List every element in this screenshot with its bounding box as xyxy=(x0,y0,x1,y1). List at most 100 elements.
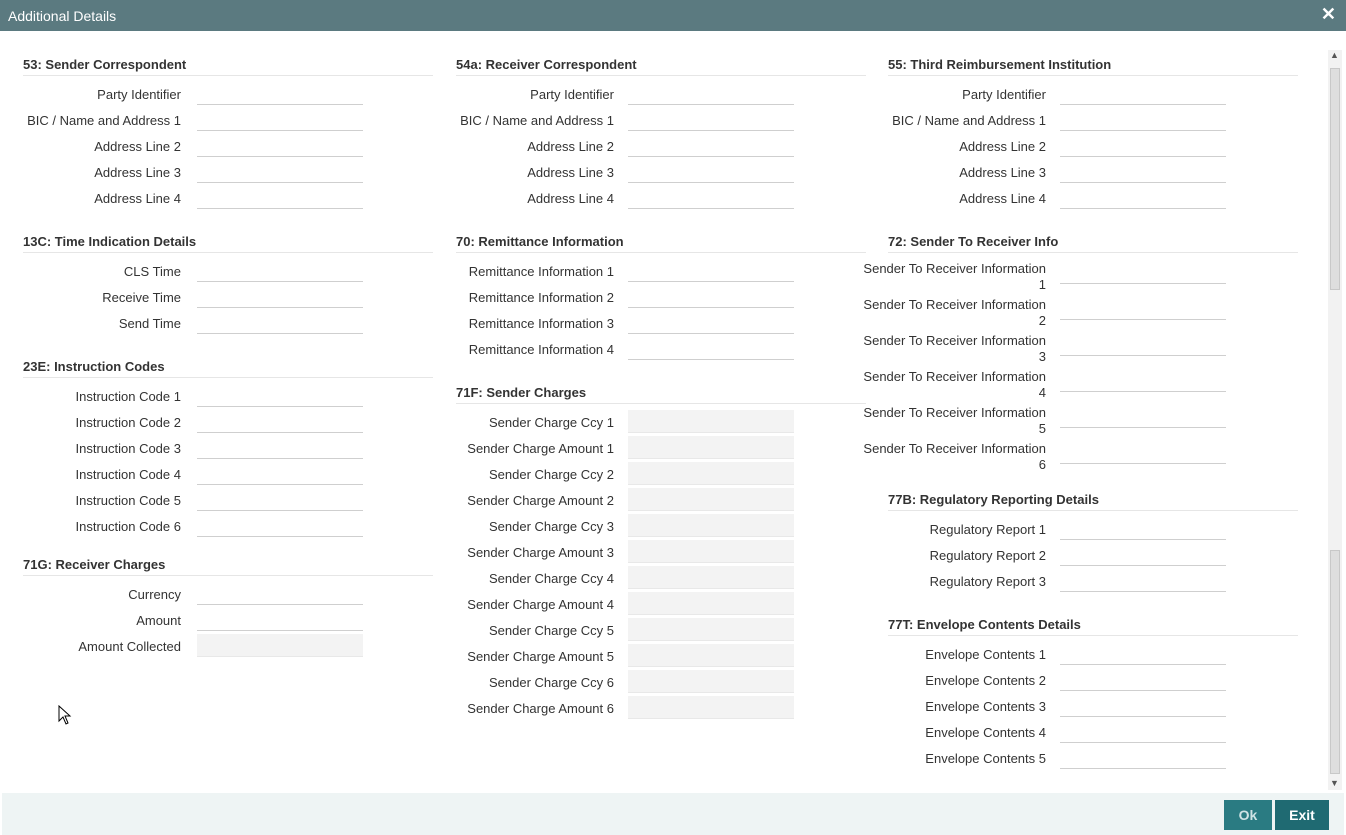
bic-name-and-address-1-input[interactable] xyxy=(1060,108,1226,131)
address-line-4-input[interactable] xyxy=(197,186,363,209)
bic-name-and-address-1-input[interactable] xyxy=(197,108,363,131)
cls-time-input[interactable] xyxy=(197,259,363,282)
field-row-envelope-contents-5: Envelope Contents 5 xyxy=(888,746,1298,772)
field-row-remittance-information-2: Remittance Information 2 xyxy=(456,285,866,311)
field-label: Sender To Receiver Information 2 xyxy=(863,297,1046,328)
field-label: Instruction Code 6 xyxy=(75,519,181,534)
remittance-information-3-input[interactable] xyxy=(628,311,794,334)
amount-collected-input xyxy=(197,634,363,657)
envelope-contents-3-input[interactable] xyxy=(1060,694,1226,717)
field-label: Sender To Receiver Information 5 xyxy=(863,405,1046,436)
address-line-3-input[interactable] xyxy=(1060,160,1226,183)
scroll-down-icon[interactable]: ▼ xyxy=(1330,778,1339,788)
party-identifier-input[interactable] xyxy=(197,82,363,105)
field-label: CLS Time xyxy=(123,264,181,279)
field-row-sender-charge-ccy-5: Sender Charge Ccy 5 xyxy=(456,618,866,644)
address-line-4-input[interactable] xyxy=(628,186,794,209)
section-13c-time-indication-details: 13C: Time Indication Details CLS Time Rece… xyxy=(23,234,433,337)
sender-to-receiver-information-3-input[interactable] xyxy=(1060,333,1226,356)
field-row-sender-charge-amount-5: Sender Charge Amount 5 xyxy=(456,644,866,670)
remittance-information-1-input[interactable] xyxy=(628,259,794,282)
ok-button[interactable]: Ok xyxy=(1224,800,1272,830)
address-line-3-input[interactable] xyxy=(628,160,794,183)
sender-charge-ccy-5-input xyxy=(628,618,794,641)
instruction-code-4-input[interactable] xyxy=(197,462,363,485)
scroll-up-icon[interactable]: ▲ xyxy=(1330,50,1339,60)
section-71f-sender-charges: 71F: Sender Charges Sender Charge Ccy 1 Se… xyxy=(456,385,866,722)
field-row-address-line-4: Address Line 4 xyxy=(23,186,433,212)
field-label: Address Line 4 xyxy=(94,191,181,206)
sender-to-receiver-information-5-input[interactable] xyxy=(1060,405,1226,428)
field-label: Remittance Information 4 xyxy=(468,342,614,357)
field-label: Remittance Information 1 xyxy=(468,264,614,279)
address-line-2-input[interactable] xyxy=(628,134,794,157)
instruction-code-5-input[interactable] xyxy=(197,488,363,511)
instruction-code-2-input[interactable] xyxy=(197,410,363,433)
field-row-address-line-3: Address Line 3 xyxy=(456,160,866,186)
sender-charge-ccy-1-input xyxy=(628,410,794,433)
section-23e-instruction-codes: 23E: Instruction Codes Instruction Code 1… xyxy=(23,359,433,540)
close-icon[interactable]: ✕ xyxy=(1321,4,1336,25)
field-label: Sender Charge Amount 4 xyxy=(467,597,614,612)
envelope-contents-5-input[interactable] xyxy=(1060,746,1226,769)
field-label: Envelope Contents 3 xyxy=(925,699,1046,714)
section-title: 13C: Time Indication Details xyxy=(23,234,433,253)
field-label: Send Time xyxy=(118,316,181,331)
field-row-sender-to-receiver-information-2: Sender To Receiver Information 2 xyxy=(863,295,1298,331)
send-time-input[interactable] xyxy=(197,311,363,334)
envelope-contents-4-input[interactable] xyxy=(1060,720,1226,743)
bic-name-and-address-1-input[interactable] xyxy=(628,108,794,131)
vertical-scrollbar[interactable]: ▲ ▼ xyxy=(1328,50,1342,790)
receive-time-input[interactable] xyxy=(197,285,363,308)
sender-to-receiver-information-4-input[interactable] xyxy=(1060,369,1226,392)
section-title: 72: Sender To Receiver Info xyxy=(888,234,1298,253)
scrollbar-thumb[interactable] xyxy=(1330,68,1340,290)
section-53-sender-correspondent: 53: Sender Correspondent Party Identifier… xyxy=(23,57,433,212)
field-row-party-identifier: Party Identifier xyxy=(23,82,433,108)
address-line-2-input[interactable] xyxy=(197,134,363,157)
field-label: Sender Charge Amount 3 xyxy=(467,545,614,560)
address-line-4-input[interactable] xyxy=(1060,186,1226,209)
field-row-party-identifier: Party Identifier xyxy=(456,82,866,108)
field-row-bic-name-and-address-1: BIC / Name and Address 1 xyxy=(456,108,866,134)
remittance-information-2-input[interactable] xyxy=(628,285,794,308)
field-label: Sender To Receiver Information 1 xyxy=(863,261,1046,292)
field-row-currency: Currency xyxy=(23,582,433,608)
field-row-instruction-code-3: Instruction Code 3 xyxy=(23,436,433,462)
currency-input[interactable] xyxy=(197,582,363,605)
field-row-sender-to-receiver-information-3: Sender To Receiver Information 3 xyxy=(863,331,1298,367)
field-row-instruction-code-5: Instruction Code 5 xyxy=(23,488,433,514)
field-row-address-line-3: Address Line 3 xyxy=(23,160,433,186)
regulatory-report-3-input[interactable] xyxy=(1060,569,1226,592)
field-row-address-line-4: Address Line 4 xyxy=(888,186,1298,212)
instruction-code-3-input[interactable] xyxy=(197,436,363,459)
sender-to-receiver-information-6-input[interactable] xyxy=(1060,441,1226,464)
regulatory-report-1-input[interactable] xyxy=(1060,517,1226,540)
instruction-code-1-input[interactable] xyxy=(197,384,363,407)
field-row-sender-charge-amount-3: Sender Charge Amount 3 xyxy=(456,540,866,566)
envelope-contents-2-input[interactable] xyxy=(1060,668,1226,691)
field-row-instruction-code-4: Instruction Code 4 xyxy=(23,462,433,488)
field-label: Instruction Code 4 xyxy=(75,467,181,482)
sender-to-receiver-information-1-input[interactable] xyxy=(1060,261,1226,284)
regulatory-report-2-input[interactable] xyxy=(1060,543,1226,566)
envelope-contents-1-input[interactable] xyxy=(1060,642,1226,665)
field-label: Sender Charge Amount 2 xyxy=(467,493,614,508)
field-label: Instruction Code 3 xyxy=(75,441,181,456)
instruction-code-6-input[interactable] xyxy=(197,514,363,537)
scrollbar-thumb-lower[interactable] xyxy=(1330,550,1340,774)
remittance-information-4-input[interactable] xyxy=(628,337,794,360)
party-identifier-input[interactable] xyxy=(628,82,794,105)
sender-to-receiver-information-2-input[interactable] xyxy=(1060,297,1226,320)
address-line-2-input[interactable] xyxy=(1060,134,1226,157)
field-row-sender-charge-ccy-4: Sender Charge Ccy 4 xyxy=(456,566,866,592)
field-row-regulatory-report-3: Regulatory Report 3 xyxy=(888,569,1298,595)
exit-button[interactable]: Exit xyxy=(1275,800,1329,830)
field-label: Sender Charge Ccy 2 xyxy=(488,467,614,482)
field-label: Amount Collected xyxy=(78,639,181,654)
amount-input[interactable] xyxy=(197,608,363,631)
sender-charge-amount-5-input xyxy=(628,644,794,667)
party-identifier-input[interactable] xyxy=(1060,82,1226,105)
address-line-3-input[interactable] xyxy=(197,160,363,183)
sender-charge-ccy-3-input xyxy=(628,514,794,537)
